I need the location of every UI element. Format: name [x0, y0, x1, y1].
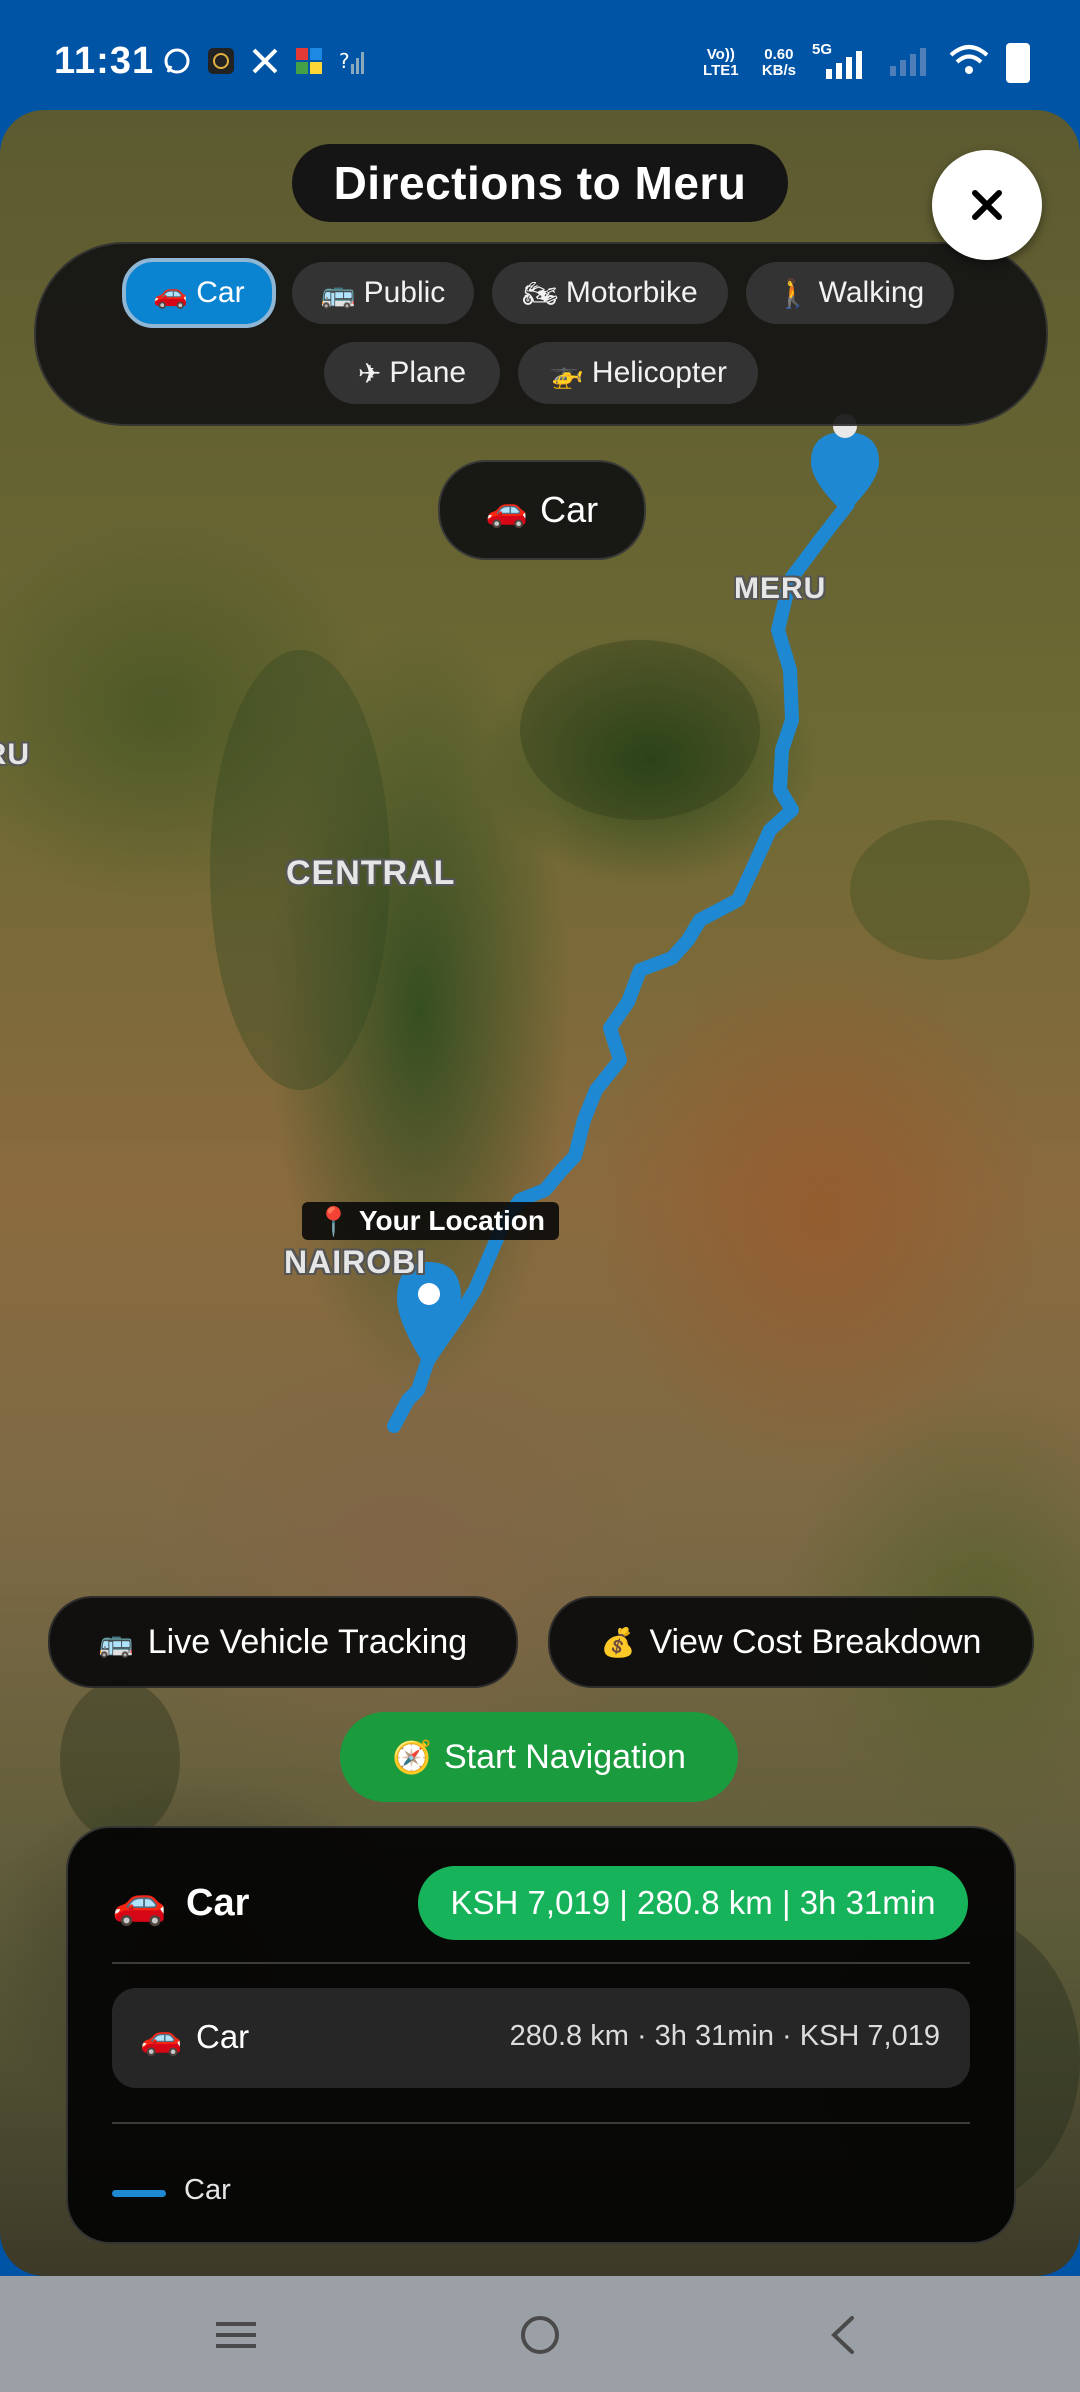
map-label-uru: URU — [0, 738, 30, 771]
close-icon — [972, 190, 1002, 220]
close-button[interactable] — [932, 150, 1042, 260]
signal-5g-icon: 5G — [812, 41, 872, 81]
car-icon: 🚗 — [140, 2018, 183, 2058]
volte-indicator: Vo)) LTE1 — [703, 45, 739, 79]
helicopter-icon: 🚁 — [549, 356, 584, 390]
map-label-central: CENTRAL — [286, 854, 456, 892]
app-grid-icon — [294, 46, 324, 76]
plane-icon: ✈ — [357, 356, 382, 390]
divider — [112, 1962, 970, 1964]
compass-icon: 🧭 — [392, 1738, 432, 1776]
your-location-label: 📍 Your Location — [302, 1202, 560, 1240]
status-time: 11:31 — [54, 40, 155, 82]
selected-mode-pill: 🚗 Car — [438, 460, 646, 560]
map-label-meru: MERU — [734, 572, 827, 605]
mode-walking-chip[interactable]: 🚶 Walking — [746, 262, 954, 324]
route-summary-card: 🚗 Car KSH 7,019 | 280.8 km | 3h 31min 🚗 … — [66, 1826, 1016, 2244]
route-option-detail: 280.8 km · 3h 31min · KSH 7,019 — [509, 2020, 940, 2052]
system-status: Vo)) LTE1 0.60 KB/s 5G — [696, 41, 1030, 83]
notification-icons: ? — [162, 46, 368, 76]
mode-motorbike-chip[interactable]: 🏍 Motorbike — [492, 262, 728, 324]
home-icon[interactable] — [510, 2310, 570, 2360]
directions-sheet: MERU URU CENTRAL NAIROBI 📍 Your Location… — [0, 110, 1080, 2276]
live-vehicle-tracking-button[interactable]: 🚌 Live Vehicle Tracking — [48, 1596, 518, 1688]
svg-text:?: ? — [339, 49, 350, 73]
trip-summary-badge: KSH 7,019 | 280.8 km | 3h 31min — [418, 1866, 968, 1940]
walking-icon: 🚶 — [775, 276, 811, 310]
wifi-icon — [948, 43, 990, 82]
money-bag-icon: 💰 — [600, 1625, 636, 1659]
car-icon: 🚗 — [153, 276, 189, 310]
signal-icon — [888, 42, 932, 83]
bus-icon: 🚌 — [320, 276, 356, 310]
legend-swatch — [112, 2190, 166, 2197]
recents-icon[interactable] — [206, 2310, 266, 2360]
mode-helicopter-chip[interactable]: 🚁 Helicopter — [518, 342, 758, 404]
destination-marker-icon — [811, 414, 879, 514]
route-option-row[interactable]: 🚗 Car 280.8 km · 3h 31min · KSH 7,019 — [112, 1988, 970, 2088]
view-cost-breakdown-button[interactable]: 💰 View Cost Breakdown — [548, 1596, 1034, 1688]
motorbike-icon: 🏍 — [522, 276, 558, 310]
car-icon: 🚗 — [112, 1877, 167, 1928]
whatsapp-icon — [162, 46, 192, 76]
route-option-name: Car — [196, 2018, 250, 2055]
battery-icon — [1006, 42, 1030, 83]
status-bar: 11:31 ? Vo)) LTE1 0.60 KB/s 5G — [0, 0, 1080, 110]
back-icon[interactable] — [814, 2310, 874, 2360]
map-label-nairobi: NAIROBI — [284, 1244, 427, 1280]
legend-label: Car — [184, 2174, 231, 2206]
mode-public-chip[interactable]: 🚌 Public — [292, 262, 474, 324]
system-nav-bar — [0, 2276, 1080, 2392]
bus-icon: 🚌 — [98, 1625, 134, 1659]
signal-question-icon: ? — [338, 46, 368, 76]
mode-plane-chip[interactable]: ✈ Plane — [324, 342, 500, 404]
divider — [112, 2122, 970, 2124]
car-icon: 🚗 — [485, 490, 529, 530]
page-title: Directions to Meru — [292, 144, 788, 222]
summary-mode-label: Car — [186, 1882, 250, 1924]
network-speed: 0.60 KB/s — [761, 45, 796, 79]
x-icon — [250, 46, 280, 76]
pin-icon: 📍 — [316, 1204, 351, 1238]
start-navigation-button[interactable]: 🧭 Start Navigation — [340, 1712, 738, 1802]
transport-mode-selector: 🚗 Car 🚌 Public 🏍 Motorbike 🚶 Walking ✈ P… — [34, 242, 1048, 426]
app-icon — [206, 46, 236, 76]
mode-car-chip[interactable]: 🚗 Car — [122, 258, 276, 328]
